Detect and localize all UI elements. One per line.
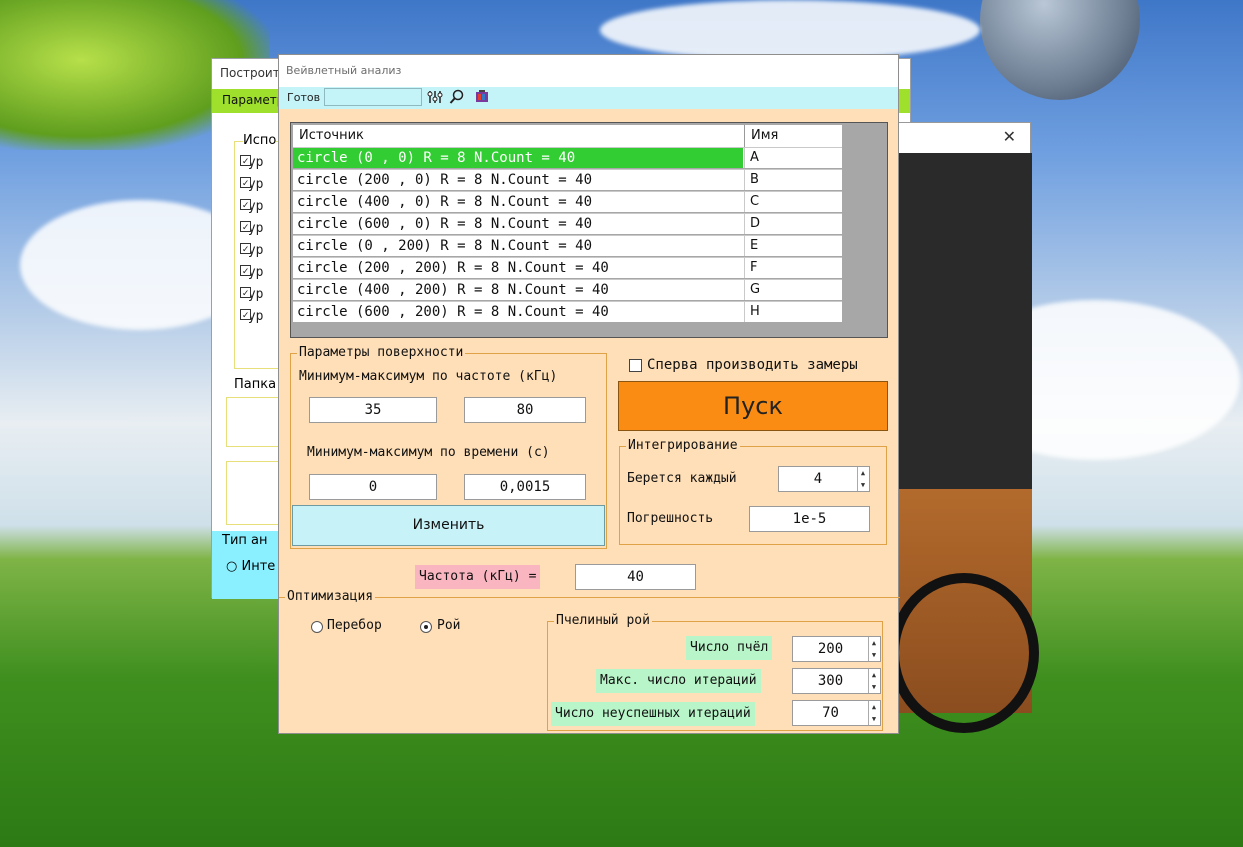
frequency-label: Частота (кГц) =	[415, 565, 541, 589]
folder-box[interactable]	[226, 397, 280, 447]
radio-option[interactable]: ○ Инте	[226, 559, 275, 574]
title-bar: Вейвлетный анализ	[279, 55, 898, 87]
type-title: Тип ан	[222, 533, 268, 548]
group-title: Оптимизация	[285, 589, 376, 604]
table-row[interactable]: circle (400 , 200) R = 8 N.Count = 40 G	[293, 279, 842, 300]
close-icon[interactable]: ✕	[1003, 127, 1016, 146]
spinner-arrows-icon[interactable]: ▲ ▼	[857, 467, 868, 491]
measure-checkbox[interactable]	[629, 359, 642, 372]
table-row[interactable]: circle (200 , 200) R = 8 N.Count = 40 F	[293, 257, 842, 278]
table-row[interactable]: circle (600 , 0) R = 8 N.Count = 40 D	[293, 213, 842, 234]
palette-icon[interactable]	[473, 89, 491, 107]
search-icon[interactable]	[448, 89, 466, 107]
sources-table[interactable]: Источник Имя circle (0 , 0) R = 8 N.Coun…	[290, 122, 888, 338]
freq-max-input[interactable]: 80	[464, 397, 586, 423]
list-item[interactable]: ✓ typ	[240, 155, 263, 170]
spinner-arrows-icon[interactable]: ▲ ▼	[868, 637, 879, 661]
wallpaper-cloud	[600, 0, 980, 60]
max-iter-label: Макс. число итераций	[596, 669, 761, 693]
radio-bruteforce[interactable]	[311, 621, 323, 633]
folder-box-2[interactable]	[226, 461, 280, 525]
tab-parameters[interactable]: Параметр	[222, 93, 284, 107]
time-range-label: Минимум-максимум по времени (с)	[307, 445, 550, 460]
radio-swarm[interactable]	[420, 621, 432, 633]
group-title: Интегрирование	[626, 438, 740, 453]
folder-label: Папка	[234, 377, 277, 392]
table-row[interactable]: circle (0 , 200) R = 8 N.Count = 40 E	[293, 235, 842, 256]
wavelet-window[interactable]: Вейвлетный анализ Готов Источник Имя cir…	[278, 54, 900, 734]
list-item[interactable]: ✓ typ	[240, 265, 263, 280]
bee-count-label: Число пчёл	[686, 636, 773, 660]
fail-iter-label: Число неуспешных итераций	[551, 702, 755, 726]
column-separator[interactable]	[744, 125, 745, 147]
freq-min-input[interactable]: 35	[309, 397, 437, 423]
group-title: Испо	[243, 133, 277, 148]
table-row[interactable]: circle (600 , 200) R = 8 N.Count = 40 H	[293, 301, 842, 322]
group-title: Параметры поверхности	[297, 345, 466, 360]
window-title: Вейвлетный анализ	[286, 64, 402, 77]
time-max-input[interactable]: 0,0015	[464, 474, 586, 500]
status-label: Готов	[287, 91, 321, 104]
time-min-input[interactable]: 0	[309, 474, 437, 500]
measure-checkbox-label[interactable]: Сперва производить замеры	[647, 357, 858, 373]
table-row[interactable]: circle (0 , 0) R = 8 N.Count = 40 A	[293, 147, 842, 168]
toolbar: Готов	[279, 87, 898, 109]
table-row[interactable]: circle (200 , 0) R = 8 N.Count = 40 B	[293, 169, 842, 190]
column-source[interactable]: Источник	[299, 128, 364, 143]
fail-iter-stepper[interactable]: 70 ▲ ▼	[792, 700, 881, 726]
every-stepper[interactable]: 4 ▲ ▼	[778, 466, 870, 492]
radio-bruteforce-label[interactable]: Перебор	[327, 618, 382, 633]
status-field	[324, 88, 422, 106]
bee-count-stepper[interactable]: 200 ▲ ▼	[792, 636, 881, 662]
ring-shape	[889, 573, 1039, 733]
image-window[interactable]: ✕	[889, 122, 1039, 733]
every-label: Берется каждый	[627, 471, 737, 486]
list-item[interactable]: ✓ typ	[240, 243, 263, 258]
preview-image	[889, 153, 1039, 733]
table-row[interactable]: circle (400 , 0) R = 8 N.Count = 40 C	[293, 191, 842, 212]
group-title: Пчелиный рой	[554, 613, 652, 628]
start-button[interactable]: Пуск	[618, 381, 888, 431]
settings-sliders-icon[interactable]	[426, 89, 444, 107]
spinner-arrows-icon[interactable]: ▲ ▼	[868, 701, 879, 725]
table-header: Источник Имя	[293, 125, 842, 147]
change-button[interactable]: Изменить	[292, 505, 605, 546]
error-label: Погрешность	[627, 511, 714, 526]
list-item[interactable]: ✓ typ	[240, 199, 263, 214]
list-item[interactable]: ✓ typ	[240, 309, 263, 324]
max-iter-stepper[interactable]: 300 ▲ ▼	[792, 668, 881, 694]
list-item[interactable]: ✓ typ	[240, 177, 263, 192]
frequency-input[interactable]: 40	[575, 564, 696, 590]
spinner-arrows-icon[interactable]: ▲ ▼	[868, 669, 879, 693]
list-item[interactable]: ✓ typ	[240, 287, 263, 302]
wallpaper-planet	[980, 0, 1140, 100]
column-name[interactable]: Имя	[751, 128, 778, 143]
freq-range-label: Минимум-максимум по частоте (кГц)	[299, 369, 558, 384]
radio-swarm-label[interactable]: Рой	[437, 618, 460, 633]
list-item[interactable]: ✓ typ	[240, 221, 263, 236]
error-input[interactable]: 1e-5	[749, 506, 870, 532]
